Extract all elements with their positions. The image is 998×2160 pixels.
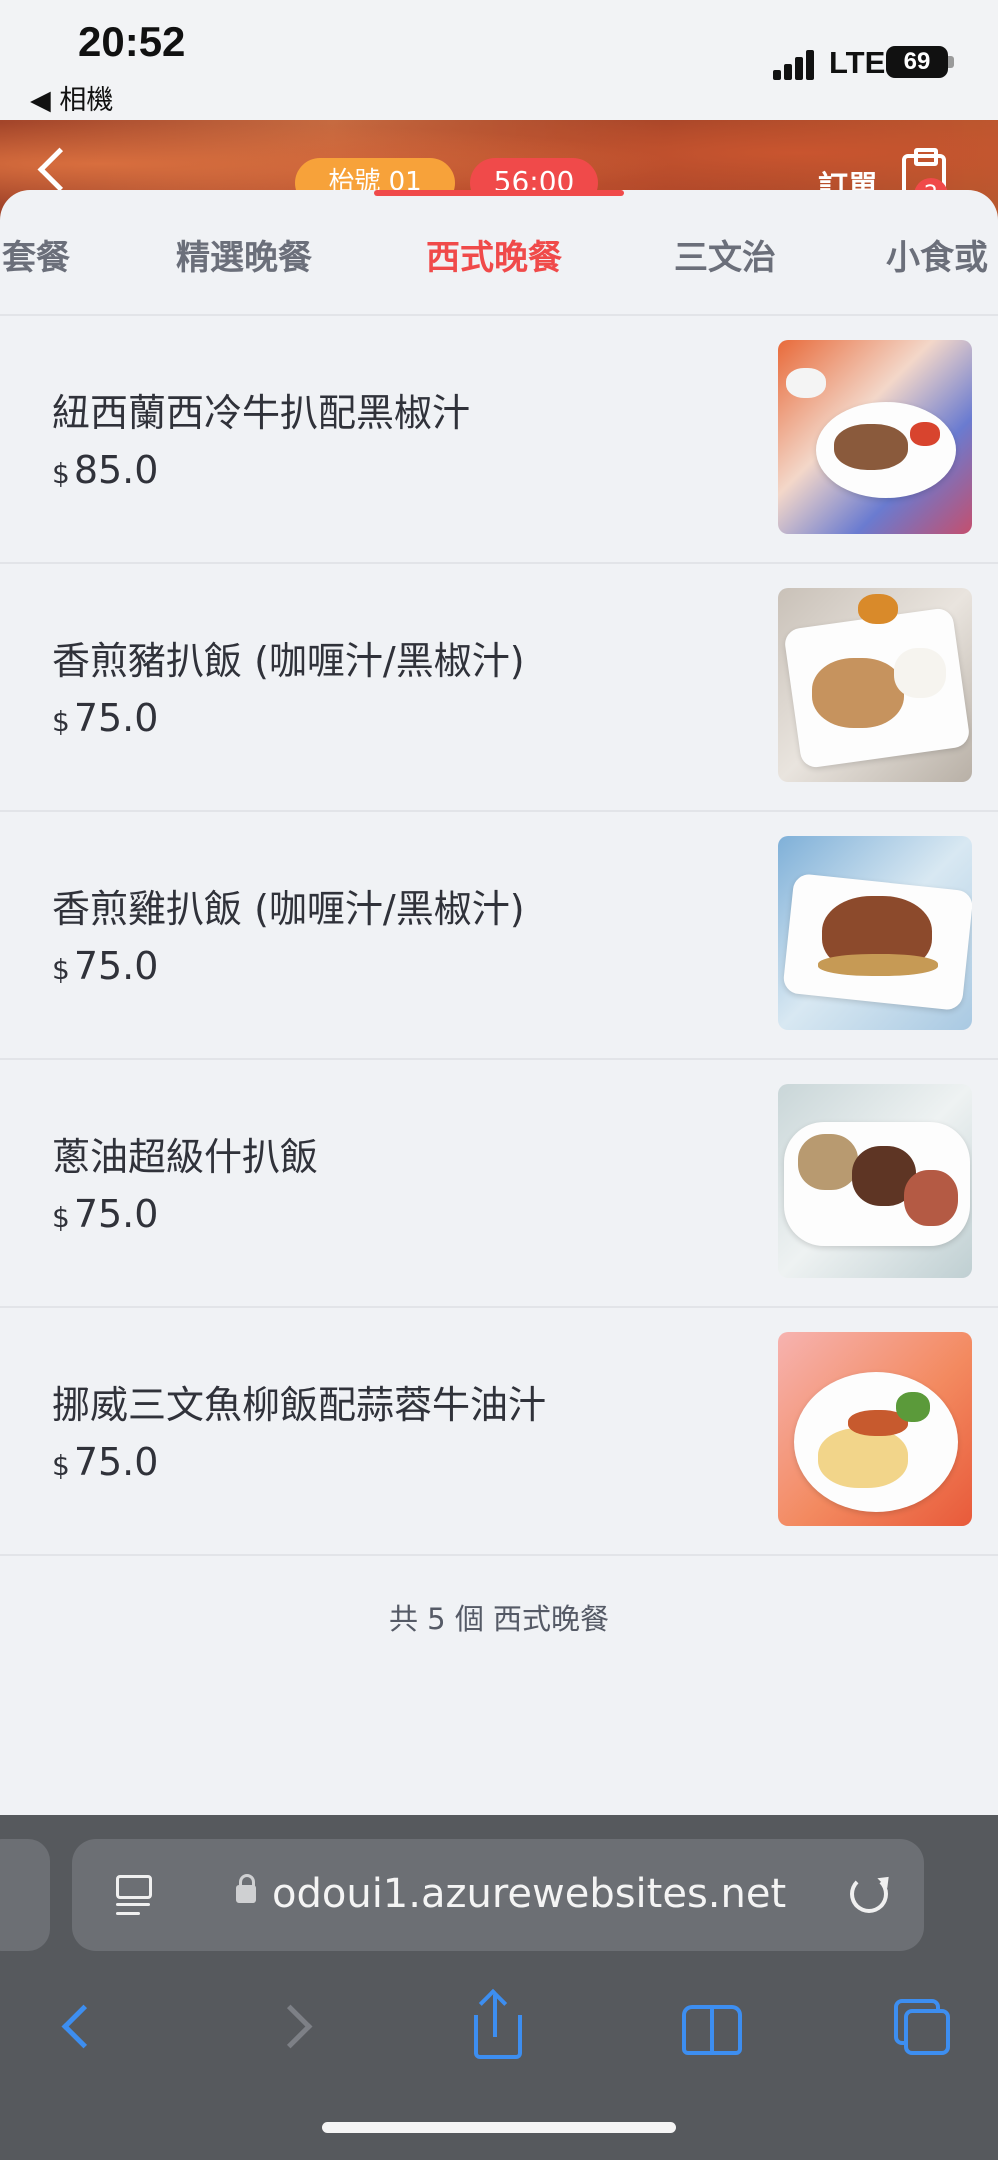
item-name: 挪威三文魚柳飯配蒜蓉牛油汁 bbox=[52, 1383, 547, 1427]
category-tabs: 套餐 精選晚餐 西式晚餐 三文治 小食或 bbox=[0, 190, 998, 316]
currency-symbol: $ bbox=[52, 705, 70, 738]
address-bar[interactable]: odoui1.azurewebsites.net bbox=[72, 1839, 924, 1951]
tabs-icon[interactable] bbox=[890, 1993, 960, 2063]
currency-symbol: $ bbox=[52, 953, 70, 986]
previous-tab-peek[interactable] bbox=[0, 1839, 50, 1951]
item-price: $75.0 bbox=[52, 944, 159, 988]
menu-item-row[interactable]: 蔥油超級什扒飯 $75.0 bbox=[0, 1058, 998, 1308]
menu-item-row[interactable]: 紐西蘭西冷牛扒配黑椒汁 $85.0 bbox=[0, 314, 998, 564]
item-name: 紐西蘭西冷牛扒配黑椒汁 bbox=[52, 391, 471, 435]
lock-icon bbox=[236, 1874, 256, 1903]
page-menu-icon[interactable] bbox=[116, 1875, 152, 1915]
item-price: $75.0 bbox=[52, 696, 159, 740]
browser-back-button[interactable] bbox=[50, 1993, 120, 2063]
tab-set-meal[interactable]: 套餐 bbox=[2, 230, 70, 279]
item-price: $75.0 bbox=[52, 1192, 159, 1236]
currency-symbol: $ bbox=[52, 457, 70, 490]
item-price: $85.0 bbox=[52, 448, 159, 492]
status-time: 20:52 bbox=[78, 18, 186, 65]
network-type: LTE bbox=[829, 45, 886, 80]
menu-item-row[interactable]: 香煎雞扒飯 (咖喱汁/黑椒汁) $75.0 bbox=[0, 810, 998, 1060]
back-chevron-icon[interactable] bbox=[37, 147, 82, 192]
tab-sandwich[interactable]: 三文治 bbox=[674, 230, 776, 279]
menu-item-row[interactable]: 香煎豬扒飯 (咖喱汁/黑椒汁) $75.0 bbox=[0, 562, 998, 812]
menu-sheet: 套餐 精選晚餐 西式晚餐 三文治 小食或 紐西蘭西冷牛扒配黑椒汁 $85.0 香… bbox=[0, 190, 998, 1815]
home-indicator[interactable] bbox=[322, 2122, 676, 2133]
reload-icon[interactable] bbox=[850, 1875, 888, 1913]
item-name: 香煎雞扒飯 (咖喱汁/黑椒汁) bbox=[52, 887, 525, 931]
url-text[interactable]: odoui1.azurewebsites.net bbox=[272, 1871, 786, 1917]
item-price: $75.0 bbox=[52, 1440, 159, 1484]
item-photo[interactable] bbox=[778, 836, 972, 1030]
status-bar: 20:52 ◀ 相機 LTE 69 bbox=[0, 0, 998, 120]
item-photo[interactable] bbox=[778, 588, 972, 782]
item-photo[interactable] bbox=[778, 1332, 972, 1526]
tab-snacks[interactable]: 小食或 bbox=[886, 230, 988, 279]
share-icon[interactable] bbox=[462, 1988, 532, 2063]
item-count-note: 共 5 個 西式晚餐 bbox=[388, 1602, 610, 1636]
active-tab-indicator bbox=[374, 190, 624, 196]
currency-symbol: $ bbox=[52, 1449, 70, 1482]
browser-forward-button[interactable] bbox=[265, 1993, 335, 2063]
bookmarks-icon[interactable] bbox=[676, 1993, 746, 2063]
tab-featured-dinner[interactable]: 精選晚餐 bbox=[176, 230, 312, 279]
cellular-signal-icon bbox=[773, 48, 817, 80]
back-to-app-link[interactable]: ◀ 相機 bbox=[30, 78, 113, 117]
item-photo[interactable] bbox=[778, 340, 972, 534]
tab-western-dinner[interactable]: 西式晚餐 bbox=[426, 230, 562, 279]
item-name: 香煎豬扒飯 (咖喱汁/黑椒汁) bbox=[52, 639, 525, 683]
battery-tip bbox=[948, 56, 954, 68]
menu-item-row[interactable]: 挪威三文魚柳飯配蒜蓉牛油汁 $75.0 bbox=[0, 1306, 998, 1556]
item-name: 蔥油超級什扒飯 bbox=[52, 1135, 319, 1179]
item-photo[interactable] bbox=[778, 1084, 972, 1278]
browser-toolbar: odoui1.azurewebsites.net bbox=[0, 1815, 998, 2160]
battery-icon: 69 bbox=[886, 46, 948, 78]
currency-symbol: $ bbox=[52, 1201, 70, 1234]
